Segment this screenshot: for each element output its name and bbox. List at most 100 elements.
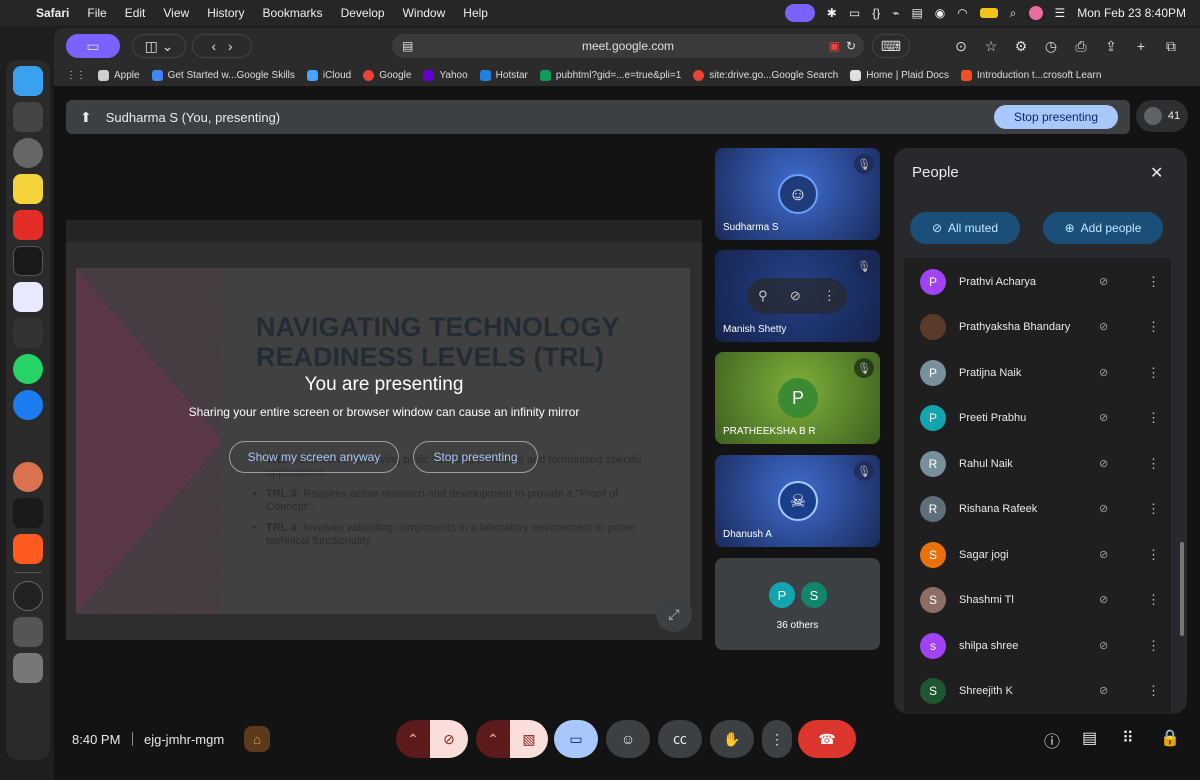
wifi-icon[interactable]: ◠ [957, 6, 967, 20]
others-tile[interactable]: P S 36 others [715, 558, 880, 650]
notes-icon[interactable] [13, 174, 43, 204]
obs-icon[interactable] [13, 581, 43, 611]
whatsapp-icon[interactable] [13, 354, 43, 384]
history-icon[interactable]: ◷ [1040, 34, 1062, 58]
bookmark-google[interactable]: Google [363, 69, 411, 81]
bookmark-icloud[interactable]: iCloud [306, 69, 351, 81]
camera-off-button[interactable]: ▧ [510, 720, 548, 758]
more-options-icon[interactable]: ⋮ [1147, 501, 1160, 517]
back-forward-icon[interactable]: ‹ › [192, 34, 252, 58]
pin-icon[interactable]: ⚲ [758, 288, 768, 304]
present-screen-button[interactable]: ▭ [554, 720, 598, 758]
menu-app-name[interactable]: Safari [36, 6, 69, 20]
all-muted-button[interactable]: ⊘ All muted [910, 212, 1020, 244]
mic-off-icon[interactable]: ⊘ [1099, 320, 1108, 333]
host-controls-icon[interactable]: 🔒 [1160, 728, 1180, 748]
share-icon[interactable]: ⇪ [1100, 34, 1122, 58]
emoji-button[interactable]: ☺ [606, 720, 650, 758]
scrollbar[interactable] [1180, 542, 1184, 636]
launchpad-icon[interactable] [13, 102, 43, 132]
raise-hand-button[interactable]: ✋ [710, 720, 754, 758]
bookmark-pubhtml[interactable]: pubhtml?gid=...e=true&pli=1 [539, 69, 681, 81]
keyboard-icon[interactable]: ▤ [911, 6, 922, 20]
gemini-icon[interactable] [13, 426, 43, 456]
close-icon[interactable]: ✕ [1150, 163, 1163, 183]
list-item[interactable]: P Prathvi Acharya ⊘ ⋮ [904, 259, 1171, 304]
list-item[interactable]: s shilpa shree ⊘ ⋮ [904, 623, 1171, 668]
menu-edit[interactable]: Edit [125, 6, 146, 20]
sidebar-toggle-icon[interactable]: ◫ ⌄ [132, 34, 186, 58]
participant-tile[interactable]: 🎙 ⚲ ⊘ ⋮ Manish Shetty [715, 250, 880, 342]
bookmark-google-skills[interactable]: Get Started w...Google Skills [151, 69, 295, 81]
overlay-stop-presenting-button[interactable]: Stop presenting [413, 441, 538, 473]
activity-icon[interactable]: ⌁ [892, 6, 899, 20]
list-item[interactable]: Prathyaksha Bhandary ⊘ ⋮ [904, 304, 1171, 349]
user-icon[interactable]: ◉ [935, 6, 945, 20]
tab-overview-icon[interactable]: ⧉ [1160, 34, 1182, 58]
reader-icon[interactable]: ⌨ [872, 34, 910, 58]
stop-presenting-button[interactable]: Stop presenting [994, 105, 1118, 129]
more-options-icon[interactable]: ⋮ [823, 288, 836, 304]
door-icon[interactable]: ⌂ [244, 726, 270, 752]
more-options-icon[interactable]: ⋮ [1147, 547, 1160, 563]
menu-history[interactable]: History [207, 6, 244, 20]
ui-app-icon[interactable] [13, 534, 43, 564]
reload-icon[interactable]: ↻ [846, 39, 856, 53]
mic-off-icon[interactable]: ⊘ [1099, 411, 1108, 424]
finder-icon[interactable] [13, 66, 43, 96]
list-item[interactable]: S Shreejith K ⊘ ⋮ [904, 668, 1171, 713]
mic-off-icon[interactable]: ⊘ [1099, 548, 1108, 561]
battery-icon[interactable] [979, 8, 998, 18]
xcode-icon[interactable] [13, 282, 43, 312]
youtube-icon[interactable] [13, 210, 43, 240]
menubar-clock[interactable]: Mon Feb 23 8:40PM [1077, 6, 1186, 20]
list-item[interactable]: S Sagar jogi ⊘ ⋮ [904, 532, 1171, 577]
recording-indicator-icon[interactable]: ▣ [829, 39, 840, 53]
mic-off-icon[interactable]: ⊘ [1099, 502, 1108, 515]
menu-view[interactable]: View [163, 6, 189, 20]
show-screen-anyway-button[interactable]: Show my screen anyway [229, 441, 399, 473]
siri-icon[interactable] [1028, 6, 1043, 20]
mic-off-icon[interactable]: ⊘ [1099, 275, 1108, 288]
leave-call-button[interactable]: ☎ [798, 720, 856, 758]
bookmark-apple[interactable]: Apple [98, 69, 140, 81]
more-options-icon[interactable]: ⋮ [1147, 638, 1160, 654]
tradingview-icon[interactable] [13, 498, 43, 528]
participant-tile[interactable]: 🎙 P PRATHEEKSHA B R [715, 352, 880, 444]
menu-file[interactable]: File [87, 6, 106, 20]
safari-icon[interactable] [13, 390, 43, 420]
mute-participant-icon[interactable]: ⊘ [790, 288, 801, 304]
print-icon[interactable]: ⎙ [1070, 34, 1092, 58]
downloads-icon[interactable]: ⊙ [950, 34, 972, 58]
menu-bookmarks[interactable]: Bookmarks [263, 6, 323, 20]
mic-off-icon[interactable]: ⊘ [1099, 457, 1108, 470]
chevron-up-icon[interactable]: ⌃ [396, 720, 430, 758]
more-options-icon[interactable]: ⋮ [1147, 456, 1160, 472]
more-options-button[interactable]: ⋮ [762, 720, 792, 758]
terminal-icon[interactable] [13, 246, 43, 276]
spotlight-search-icon[interactable]: ⌕ [1010, 6, 1017, 21]
brackets-icon[interactable]: {} [872, 6, 880, 20]
participant-tile[interactable]: 🎙 ☺ Sudharma S [715, 148, 880, 240]
claude-icon[interactable] [13, 462, 43, 492]
page-menu-icon[interactable]: ▤ [402, 39, 413, 53]
chevron-up-icon[interactable]: ⌃ [476, 720, 510, 758]
expand-icon[interactable]: ⤢ [656, 596, 692, 632]
participants-button[interactable]: 41 [1136, 100, 1188, 132]
bluetooth-icon[interactable]: ✱ [827, 6, 837, 20]
mic-off-icon[interactable]: ⊘ [1099, 593, 1108, 606]
mic-off-button[interactable]: ⊘ [430, 720, 468, 758]
display-icon[interactable]: ▭ [849, 6, 860, 20]
new-tab-icon[interactable]: + [1130, 34, 1152, 58]
system-settings-icon[interactable] [13, 138, 43, 168]
tab-group-icon[interactable]: ▭ [66, 34, 120, 58]
star-icon[interactable]: ☆ [980, 34, 1002, 58]
menu-help[interactable]: Help [463, 6, 488, 20]
list-item[interactable]: R Rahul Naik ⊘ ⋮ [904, 441, 1171, 486]
more-options-icon[interactable]: ⋮ [1147, 365, 1160, 381]
bookmark-hotstar[interactable]: Hotstar [479, 69, 528, 81]
url-bar[interactable]: ▤ meet.google.com ▣ ↻ [392, 34, 864, 58]
more-options-icon[interactable]: ⋮ [1147, 592, 1160, 608]
screen-recorder-icon[interactable] [13, 318, 43, 348]
more-options-icon[interactable]: ⋮ [1147, 319, 1160, 335]
